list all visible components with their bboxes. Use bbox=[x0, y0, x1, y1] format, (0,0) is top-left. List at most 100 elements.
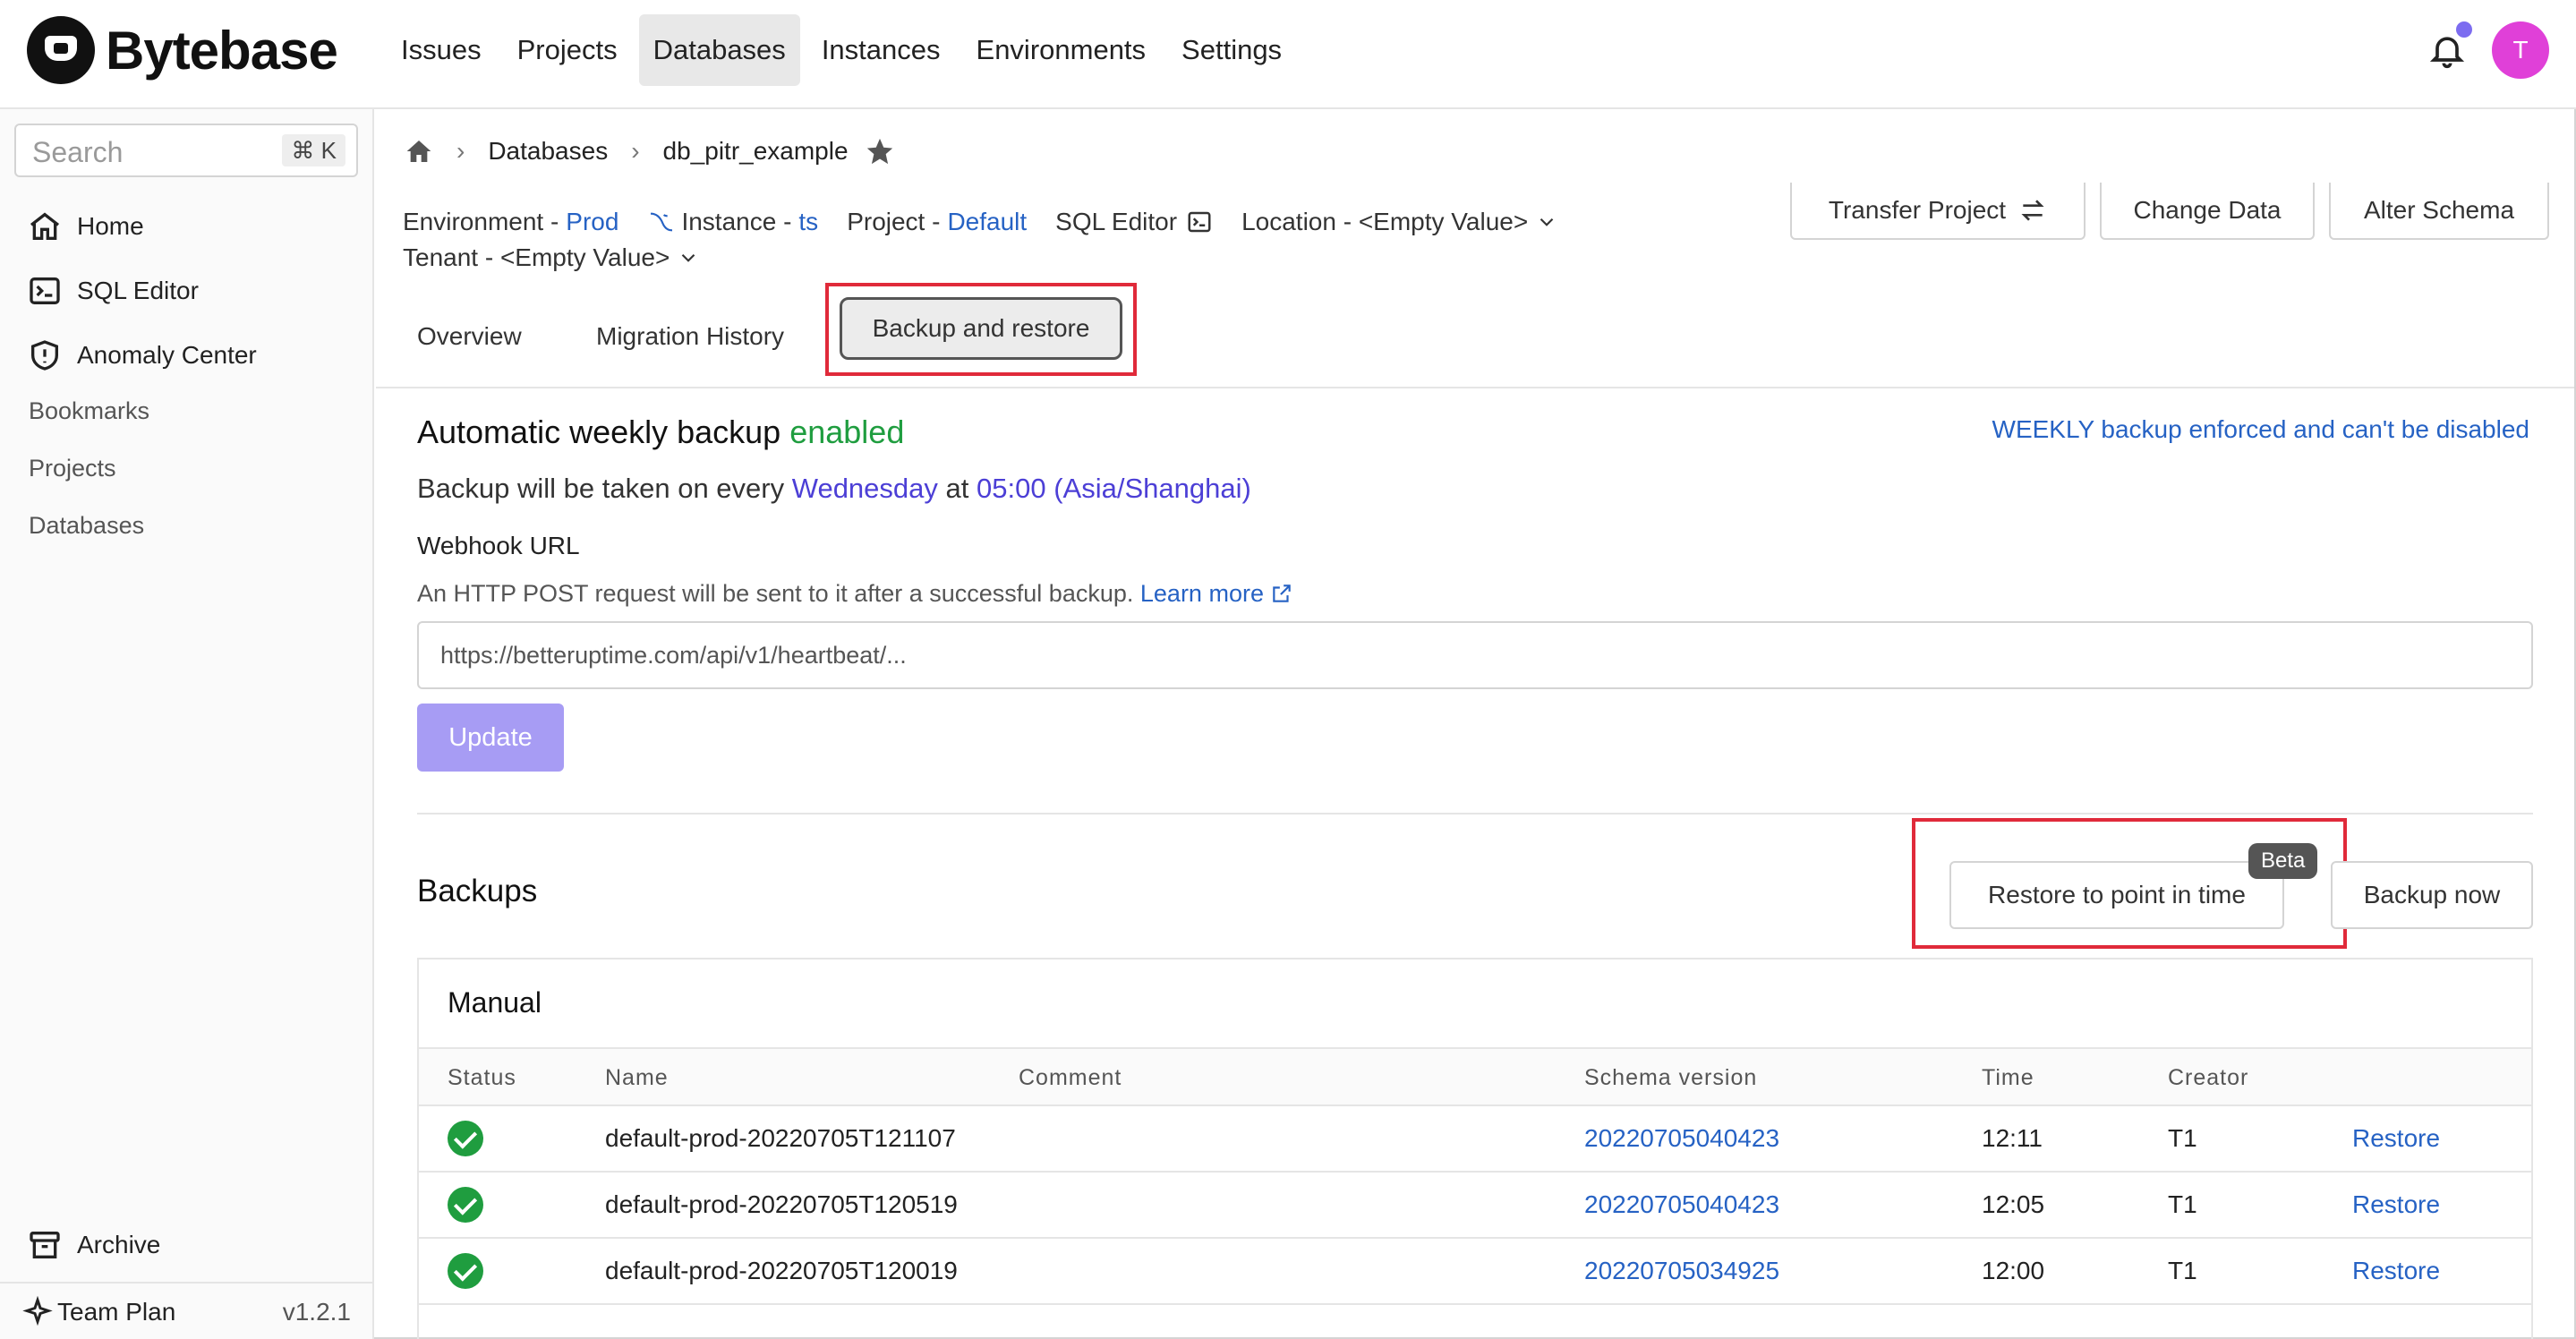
sidebar-item-projects[interactable]: Projects bbox=[29, 455, 116, 482]
sidebar-item-label: Home bbox=[77, 212, 144, 240]
project-link[interactable]: Default bbox=[947, 204, 1027, 240]
breadcrumb: › Databases › db_pitr_example bbox=[405, 136, 895, 166]
main-content: › Databases › db_pitr_example Environmen… bbox=[376, 109, 2574, 1339]
nav-environments[interactable]: Environments bbox=[962, 14, 1161, 86]
tab-migration-history[interactable]: Migration History bbox=[596, 322, 784, 351]
nav-projects[interactable]: Projects bbox=[503, 14, 632, 86]
transfer-project-label: Transfer Project bbox=[1828, 196, 2007, 224]
column-name: Name bbox=[605, 1065, 669, 1090]
shield-icon bbox=[31, 340, 58, 371]
backup-time: 12:00 bbox=[1982, 1257, 2045, 1284]
learn-more-link[interactable]: Learn more bbox=[1140, 580, 1294, 607]
search-input[interactable]: Search ⌘ K bbox=[14, 124, 358, 177]
backup-time: 12:05 bbox=[1982, 1190, 2045, 1218]
webhook-url-input[interactable]: https://betteruptime.com/api/v1/heartbea… bbox=[417, 621, 2533, 689]
backup-now-button[interactable]: Backup now bbox=[2331, 861, 2533, 929]
logo[interactable]: Bytebase bbox=[27, 16, 338, 84]
table-row: default-prod-20220705T121107 20220705040… bbox=[419, 1106, 2531, 1173]
change-data-button[interactable]: Change Data bbox=[2100, 183, 2315, 240]
nav-databases[interactable]: Databases bbox=[638, 14, 800, 86]
team-plan[interactable]: Team Plan bbox=[21, 1296, 175, 1328]
terminal-icon bbox=[30, 277, 60, 304]
home-icon[interactable] bbox=[405, 137, 433, 166]
sql-editor-label: SQL Editor bbox=[1055, 208, 1178, 235]
backup-title-prefix: Automatic weekly backup bbox=[417, 414, 781, 450]
check-circle-icon bbox=[448, 1121, 483, 1156]
search-placeholder: Search bbox=[32, 136, 124, 168]
sidebar: Search ⌘ K Home SQL Editor Anomaly Cente… bbox=[0, 109, 374, 1339]
sidebar-item-sql-editor[interactable]: SQL Editor bbox=[27, 269, 199, 313]
column-status: Status bbox=[448, 1065, 516, 1090]
home-icon bbox=[30, 212, 60, 240]
instance-key: Instance - bbox=[681, 208, 792, 235]
backup-name: default-prod-20220705T120519 bbox=[605, 1190, 958, 1218]
sidebar-item-home[interactable]: Home bbox=[27, 204, 144, 249]
tenant-select[interactable]: Tenant - <Empty Value> bbox=[403, 240, 700, 276]
backup-creator: T1 bbox=[2168, 1257, 2197, 1284]
tab-overview[interactable]: Overview bbox=[417, 322, 522, 351]
highlight-box bbox=[825, 283, 1137, 376]
backup-time: 12:11 bbox=[1982, 1124, 2043, 1152]
mysql-icon bbox=[651, 212, 673, 232]
backup-creator: T1 bbox=[2168, 1124, 2197, 1152]
schema-version-link[interactable]: 20220705034925 bbox=[1584, 1257, 1779, 1285]
sidebar-item-databases[interactable]: Databases bbox=[29, 512, 144, 540]
backup-schedule: Backup will be taken on every Wednesday … bbox=[417, 473, 1251, 505]
restore-link[interactable]: Restore bbox=[2352, 1124, 2440, 1153]
alter-schema-button[interactable]: Alter Schema bbox=[2329, 183, 2549, 240]
tab-bar: Overview Migration History bbox=[376, 285, 2574, 388]
column-creator: Creator bbox=[2168, 1065, 2249, 1090]
restore-link[interactable]: Restore bbox=[2352, 1190, 2440, 1219]
terminal-icon bbox=[1188, 211, 1211, 233]
sidebar-item-bookmarks[interactable]: Bookmarks bbox=[29, 397, 149, 425]
swap-icon bbox=[2021, 200, 2044, 221]
environment-key: Environment - bbox=[403, 208, 559, 235]
sidebar-item-anomaly-center[interactable]: Anomaly Center bbox=[27, 333, 257, 378]
search-shortcut: ⌘ K bbox=[282, 134, 345, 166]
column-time: Time bbox=[1982, 1065, 2034, 1090]
schema-version-link[interactable]: 20220705040423 bbox=[1584, 1124, 1779, 1153]
location-label: Location - <Empty Value> bbox=[1241, 208, 1529, 235]
manual-section-title: Manual bbox=[448, 986, 542, 1019]
chevron-right-icon: › bbox=[456, 137, 465, 165]
check-circle-icon bbox=[448, 1187, 483, 1223]
nav-items: Issues Projects Databases Instances Envi… bbox=[387, 14, 1303, 86]
notification-dot bbox=[2456, 21, 2472, 38]
sidebar-footer: Team Plan v1.2.1 bbox=[0, 1282, 374, 1339]
nav-issues[interactable]: Issues bbox=[387, 14, 496, 86]
database-meta: Environment - Prod Instance - ts Project… bbox=[403, 204, 1587, 276]
bytebase-logo-icon bbox=[27, 16, 95, 84]
schedule-time: 05:00 (Asia/Shanghai) bbox=[977, 473, 1251, 504]
transfer-project-button[interactable]: Transfer Project bbox=[1790, 183, 2086, 240]
enforced-note[interactable]: WEEKLY backup enforced and can't be disa… bbox=[1992, 415, 2529, 444]
star-icon[interactable] bbox=[865, 136, 895, 166]
restore-link[interactable]: Restore bbox=[2352, 1257, 2440, 1285]
check-circle-icon bbox=[448, 1253, 483, 1289]
sidebar-item-archive[interactable]: Archive bbox=[27, 1223, 160, 1267]
backup-settings-title: Automatic weekly backup enabled bbox=[417, 414, 904, 451]
divider bbox=[417, 813, 2533, 814]
column-comment: Comment bbox=[1019, 1065, 1122, 1090]
archive-icon bbox=[30, 1232, 60, 1258]
nav-instances[interactable]: Instances bbox=[807, 14, 955, 86]
breadcrumb-current: db_pitr_example bbox=[662, 137, 849, 165]
instance-link[interactable]: ts bbox=[798, 204, 818, 240]
tenant-label: Tenant - <Empty Value> bbox=[403, 243, 670, 271]
avatar[interactable]: T bbox=[2492, 21, 2549, 79]
sql-editor-link[interactable]: SQL Editor bbox=[1055, 204, 1213, 240]
environment-link[interactable]: Prod bbox=[566, 204, 618, 240]
backups-title: Backups bbox=[417, 874, 538, 908]
table-row: default-prod-20220705T120019 20220705034… bbox=[419, 1239, 2531, 1305]
backups-table: Manual Status Name Comment Schema versio… bbox=[417, 958, 2533, 1339]
sidebar-item-label: SQL Editor bbox=[77, 277, 199, 304]
team-plan-label: Team Plan bbox=[57, 1298, 176, 1326]
schema-version-link[interactable]: 20220705040423 bbox=[1584, 1190, 1779, 1219]
breadcrumb-databases[interactable]: Databases bbox=[488, 137, 608, 166]
location-select[interactable]: Location - <Empty Value> bbox=[1241, 204, 1558, 240]
sidebar-item-label: Anomaly Center bbox=[77, 341, 257, 369]
backup-name: default-prod-20220705T120019 bbox=[605, 1257, 958, 1284]
update-button[interactable]: Update bbox=[417, 704, 564, 772]
sparkle-icon bbox=[22, 1296, 53, 1326]
nav-settings[interactable]: Settings bbox=[1167, 14, 1296, 86]
sidebar-item-label: Archive bbox=[77, 1231, 161, 1258]
